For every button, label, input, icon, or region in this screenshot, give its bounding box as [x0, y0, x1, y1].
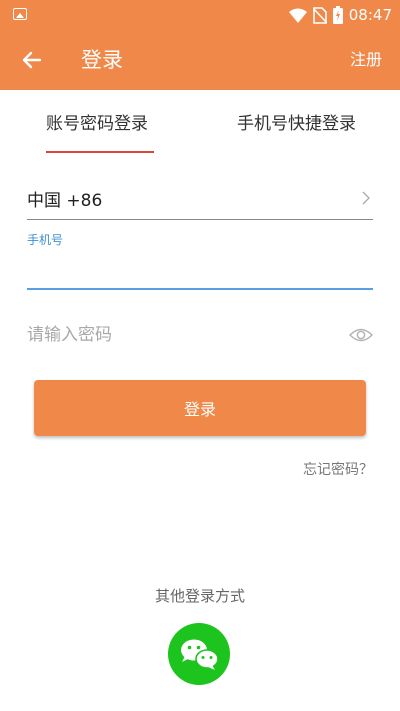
- tab-sms-login[interactable]: 手机号快捷登录: [237, 112, 356, 136]
- battery-charging-icon: [332, 6, 343, 24]
- login-button[interactable]: 登录: [34, 380, 366, 436]
- password-input[interactable]: [27, 318, 337, 352]
- back-arrow-icon[interactable]: [20, 48, 44, 72]
- country-code-label: 中国 +86: [27, 191, 103, 211]
- password-row: [27, 318, 373, 352]
- wifi-icon: [288, 8, 307, 23]
- clock: 08:47: [348, 6, 392, 24]
- other-login-label: 其他登录方式: [154, 587, 245, 605]
- login-tabs: 账号密码登录 手机号快捷登录: [0, 90, 400, 154]
- register-link[interactable]: 注册: [350, 48, 382, 72]
- wechat-icon: [181, 639, 219, 670]
- forgot-password-link[interactable]: 忘记密码？: [303, 460, 373, 480]
- tab-underline: [46, 151, 154, 153]
- status-icons: 08:47: [288, 4, 392, 26]
- app-bar: 登录 注册: [0, 30, 400, 90]
- gallery-notification-icon: [13, 8, 27, 20]
- no-sim-icon: [312, 6, 327, 24]
- wechat-login-button[interactable]: [168, 623, 230, 685]
- phone-label: 手机号: [27, 233, 64, 247]
- page-title: 登录: [81, 48, 123, 72]
- tab-password-login[interactable]: 账号密码登录: [46, 112, 148, 136]
- eye-icon[interactable]: [349, 325, 373, 345]
- status-bar: 08:47: [0, 0, 400, 30]
- phone-input[interactable]: [27, 252, 373, 290]
- chevron-right-icon: [362, 191, 370, 205]
- country-code-selector[interactable]: 中国 +86: [27, 183, 373, 220]
